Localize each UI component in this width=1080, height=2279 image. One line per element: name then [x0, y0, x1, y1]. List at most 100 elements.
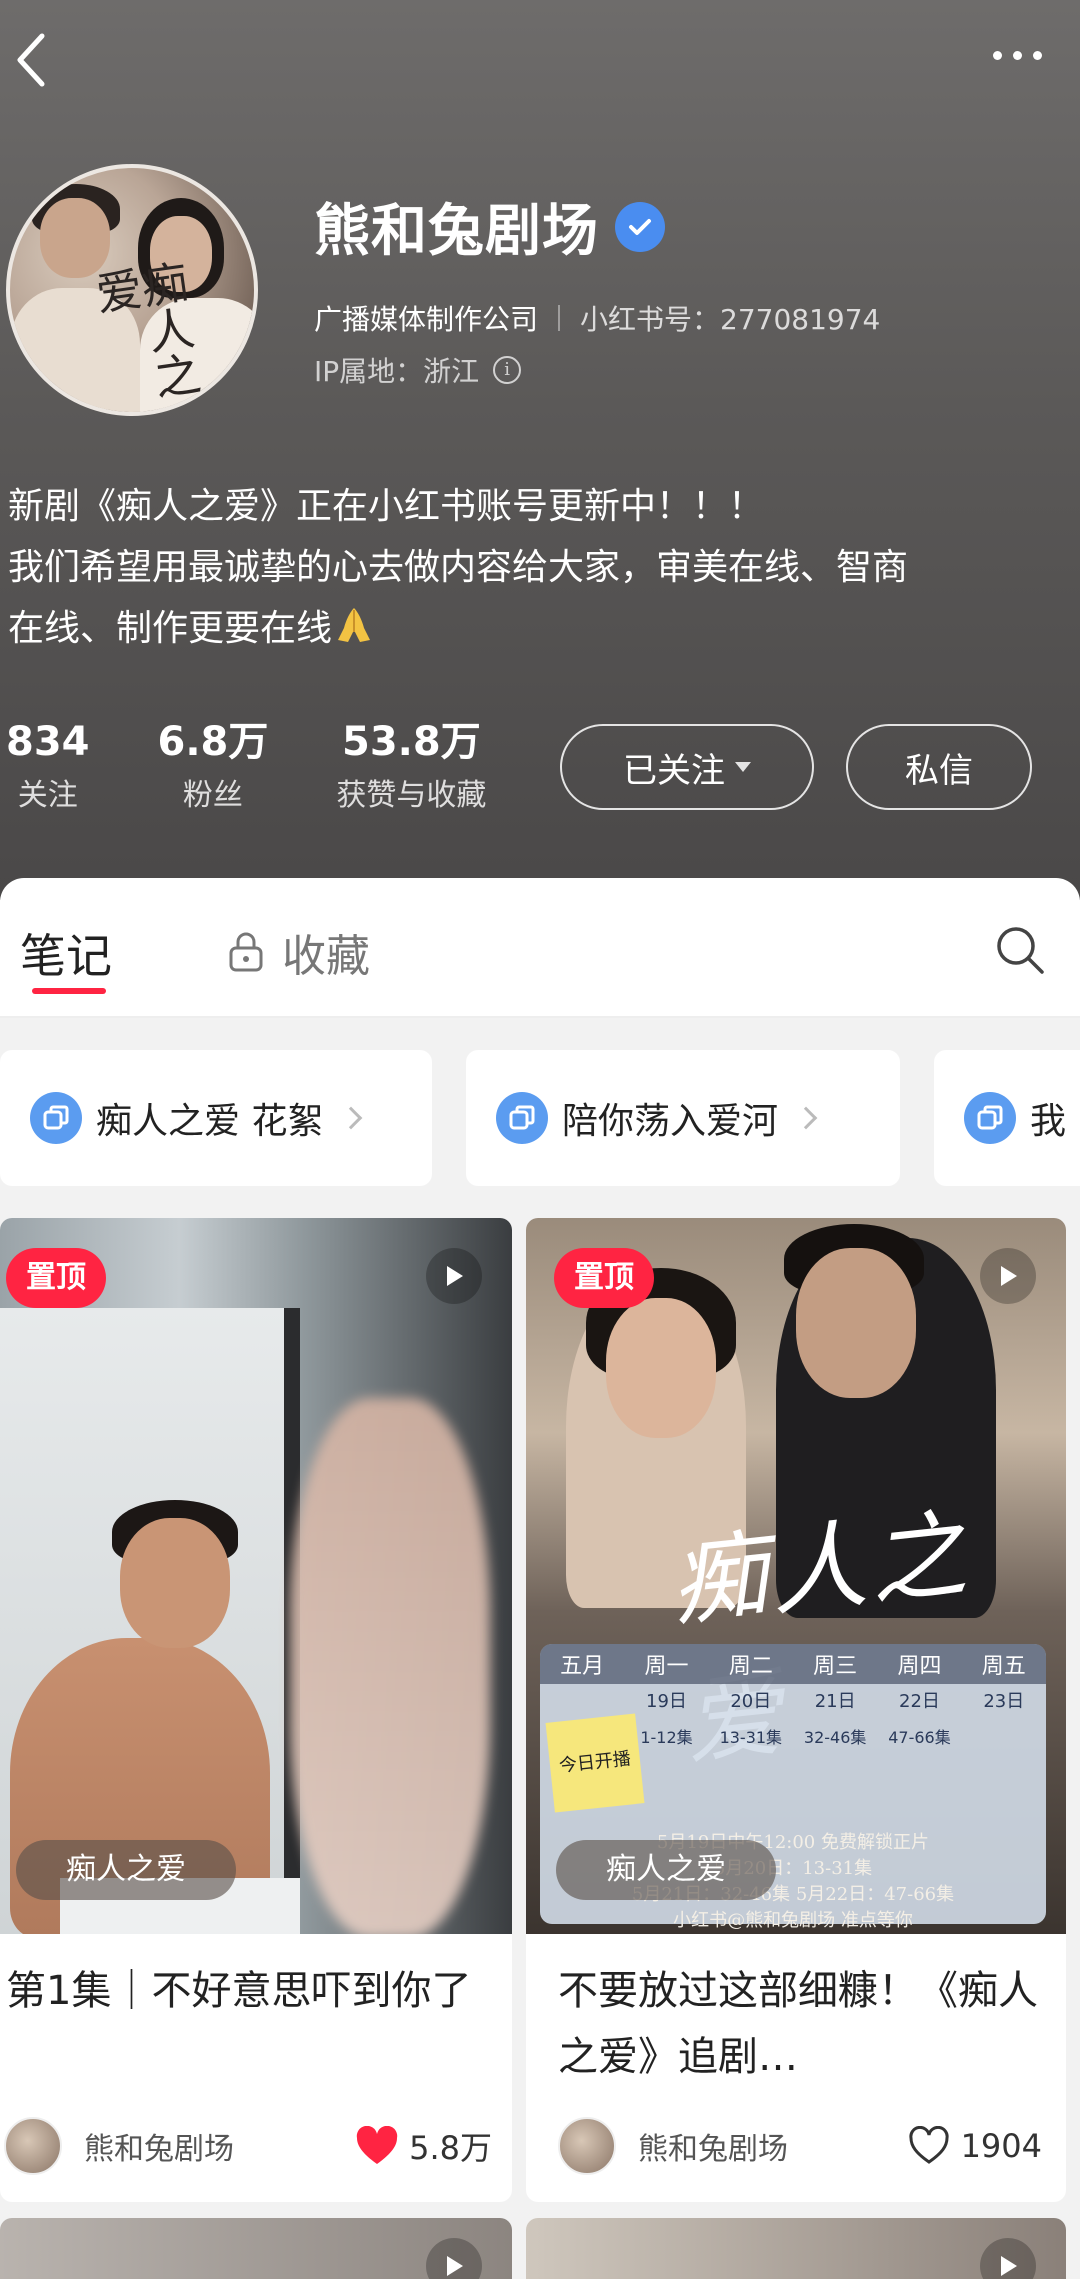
card-cover[interactable]: 置顶 痴人之爱 — [0, 1218, 512, 1934]
card-footer: 熊和兔剧场 1904 — [558, 2114, 1066, 2178]
note-card-partial[interactable] — [526, 2218, 1066, 2279]
message-button[interactable]: 私信 — [846, 724, 1032, 810]
collection-chip[interactable]: 我 — [934, 1050, 1080, 1186]
calendar-weekday: 周三 — [813, 1654, 858, 1679]
search-icon[interactable] — [994, 924, 1046, 976]
calendar-date: 19日 — [646, 1691, 687, 1712]
author-name[interactable]: 熊和兔剧场 — [84, 2124, 234, 2168]
stat-following[interactable]: 834 关注 — [6, 716, 90, 818]
stat-likes-collects[interactable]: 53.8万 获赞与收藏 — [336, 716, 486, 818]
calendar-episodes: 32-46集 — [803, 1728, 867, 1747]
stat-label: 粉丝 — [182, 778, 243, 813]
note-card-partial[interactable] — [0, 2218, 512, 2279]
back-button[interactable] — [8, 28, 64, 92]
tab-notes[interactable]: 笔记 — [20, 920, 112, 986]
heart-outline-icon — [908, 2126, 949, 2164]
collection-label: 陪你荡入爱河 — [562, 1101, 779, 1142]
divider — [558, 305, 561, 331]
series-tag[interactable]: 痴人之爱 — [16, 1840, 236, 1900]
company-label: 广播媒体制作公司 — [314, 303, 539, 336]
calendar-weekday: 周四 — [897, 1654, 942, 1679]
profile-bio: 新剧《痴人之爱》正在小红书账号更新中！！！ 我们希望用最诚挚的心去做内容给大家，… — [8, 476, 1068, 659]
series-tag[interactable]: 痴人之爱 — [556, 1840, 776, 1900]
video-play-icon — [426, 2238, 482, 2279]
calendar-date: 21日 — [814, 1691, 856, 1712]
profile-header: 痴人之爱 熊和兔剧场 广播媒体制作公司 小红书号：277081974 IP属地：… — [0, 0, 1080, 900]
like-button[interactable]: 5.8万 — [355, 2114, 492, 2178]
pinned-badge: 置顶 — [6, 1248, 106, 1308]
card-cover[interactable]: 痴人之爱 五月 周一 周二 周三 周四 周五 19日 20日 21日 22日 2… — [526, 1218, 1066, 1934]
chevron-right-icon — [794, 1106, 818, 1130]
tab-favorites-label: 收藏 — [282, 931, 370, 982]
more-dot-icon — [1012, 50, 1022, 60]
card-footer: 熊和兔剧场 5.8万 — [4, 2114, 512, 2178]
avatar[interactable]: 痴人之爱 — [6, 164, 258, 416]
active-tab-indicator — [32, 988, 106, 994]
collection-icon — [496, 1092, 548, 1144]
ip-location: IP属地：浙江 — [314, 355, 480, 388]
calendar-date: 23日 — [983, 1691, 1025, 1712]
pray-emoji-icon — [338, 608, 371, 642]
premiere-sticker: 今日开播 — [545, 1713, 645, 1813]
bio-line: 在线、制作更要在线 — [8, 608, 333, 649]
followed-button[interactable]: 已关注 — [560, 724, 814, 810]
collection-chip[interactable]: 痴人之爱 花絮 — [0, 1050, 432, 1186]
card-title[interactable]: 第1集｜不好意思吓到你了 — [6, 1958, 496, 2024]
collection-label: 痴人之爱 花絮 — [96, 1101, 324, 1142]
more-dot-icon — [1032, 50, 1042, 60]
heart-filled-icon — [356, 2126, 398, 2164]
stat-label: 关注 — [17, 778, 78, 813]
name-row: 熊和兔剧场 — [314, 186, 665, 267]
author-avatar[interactable] — [4, 2117, 62, 2175]
bio-line: 我们希望用最诚挚的心去做内容给大家，审美在线、智商 — [8, 547, 909, 588]
tab-favorites[interactable]: 收藏 — [226, 920, 370, 984]
stat-value: 834 — [6, 719, 90, 765]
lock-icon — [229, 932, 263, 972]
collections-row: 痴人之爱 花絮 陪你荡入爱河 我 — [0, 1018, 1080, 1218]
collection-label: 我 — [1030, 1101, 1067, 1142]
stat-followers[interactable]: 6.8万 粉丝 — [158, 716, 269, 818]
info-icon[interactable]: i — [493, 356, 522, 384]
avatar-title-text: 痴人之爱 — [86, 257, 205, 402]
meta-row: 广播媒体制作公司 小红书号：277081974 — [314, 298, 880, 338]
stats-row: 834 关注 6.8万 粉丝 53.8万 获赞与收藏 — [6, 716, 554, 818]
note-card[interactable]: 置顶 痴人之爱 第1集｜不好意思吓到你了 熊和兔剧场 5.8万 — [0, 1218, 512, 2202]
calendar-episodes: 47-66集 — [888, 1728, 951, 1747]
profile-name: 熊和兔剧场 — [314, 199, 599, 264]
calendar-weekday: 周五 — [981, 1654, 1026, 1679]
bio-line: 新剧《痴人之爱》正在小红书账号更新中！！！ — [8, 486, 765, 527]
card-title[interactable]: 不要放过这部细糠！《痴人之爱》追剧… — [558, 1958, 1048, 2090]
red-id: 小红书号：277081974 — [580, 303, 881, 336]
content-tabs: 笔记 收藏 — [0, 878, 1080, 1018]
note-card[interactable]: 痴人之爱 五月 周一 周二 周三 周四 周五 19日 20日 21日 22日 2… — [526, 1218, 1066, 2202]
stat-label: 获赞与收藏 — [336, 778, 487, 813]
followed-label: 已关注 — [623, 750, 725, 791]
video-play-icon — [980, 2238, 1036, 2279]
verified-icon — [615, 201, 665, 252]
like-button[interactable]: 1904 — [907, 2114, 1042, 2178]
more-dot-icon — [992, 50, 1002, 60]
caret-down-icon — [735, 762, 751, 772]
stat-value: 6.8万 — [157, 719, 269, 765]
more-options-button[interactable] — [974, 30, 1060, 80]
like-count: 5.8万 — [409, 2129, 492, 2167]
message-label: 私信 — [905, 750, 973, 791]
chevron-left-icon — [17, 33, 45, 87]
collection-icon — [30, 1092, 82, 1144]
collection-chip[interactable]: 陪你荡入爱河 — [466, 1050, 900, 1186]
pinned-badge: 置顶 — [554, 1248, 654, 1308]
calendar-month: 五月 — [560, 1654, 605, 1679]
author-name[interactable]: 熊和兔剧场 — [638, 2124, 788, 2168]
like-count: 1904 — [960, 2127, 1042, 2165]
schedule-line: 小红书@熊和兔剧场 准点等你 — [673, 1910, 913, 1931]
collection-icon — [964, 1092, 1016, 1144]
chevron-right-icon — [340, 1106, 363, 1130]
calendar-date: 20日 — [730, 1691, 772, 1712]
author-avatar[interactable] — [558, 2117, 616, 2175]
calendar-weekday: 周一 — [644, 1654, 689, 1679]
stat-value: 53.8万 — [342, 719, 481, 765]
video-play-icon — [980, 1248, 1036, 1304]
bio-line-last: 在线、制作更要在线 — [8, 598, 1068, 659]
ip-row: IP属地：浙江 i — [314, 350, 522, 390]
video-play-icon — [426, 1248, 482, 1304]
